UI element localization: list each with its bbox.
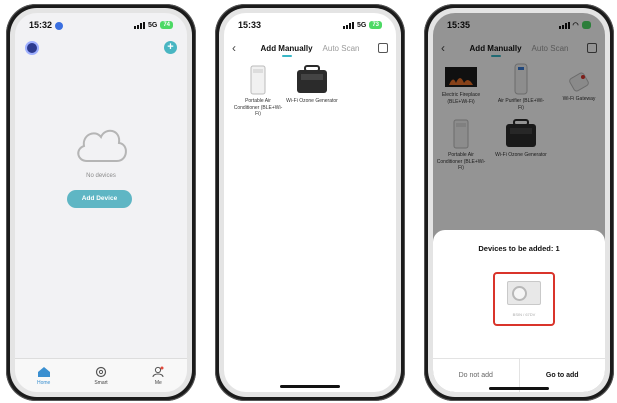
- found-device-card[interactable]: BSIN / 67DV: [493, 272, 555, 326]
- tab-me[interactable]: Me: [130, 359, 187, 392]
- battery-level: 74: [160, 21, 173, 29]
- battery-level: 73: [369, 21, 382, 29]
- home-indicator: [489, 387, 549, 390]
- avatar[interactable]: [25, 41, 39, 55]
- found-device-label: BSIN / 67DV: [512, 312, 536, 317]
- home-icon: [37, 366, 50, 377]
- status-time: 15:32: [29, 20, 53, 30]
- tab-smart[interactable]: Smart: [72, 359, 129, 392]
- network-label: 5G: [147, 21, 158, 29]
- sheet-title: Devices to be added: 1: [478, 244, 560, 253]
- tab-auto-scan[interactable]: Auto Scan: [323, 44, 360, 53]
- phone-devices-found: 15:35 ◠ ‹ Add Manually Auto Scan Electri…: [424, 4, 614, 401]
- devices-found-sheet: Devices to be added: 1 BSIN / 67DV Do no…: [433, 230, 605, 392]
- air-conditioner-icon: [250, 65, 266, 95]
- tab-home[interactable]: Home: [15, 359, 72, 392]
- status-time: 15:33: [238, 20, 262, 30]
- tab-bar: Home Smart Me: [15, 358, 187, 392]
- signal-icon: [133, 21, 145, 29]
- tab-add-manually[interactable]: Add Manually: [261, 44, 313, 57]
- home-screen: 15:32 5G 74 + No devices Add Device Home…: [15, 13, 187, 392]
- device-tile-ozone-generator[interactable]: Wi-Fi Ozone Generator: [286, 65, 338, 105]
- person-icon: [152, 366, 164, 377]
- empty-state-text: No devices: [86, 173, 116, 179]
- back-icon[interactable]: ‹: [232, 41, 236, 55]
- tab-home-label: Home: [36, 379, 51, 386]
- add-icon[interactable]: +: [164, 41, 177, 54]
- device-name: Wi-Fi Ozone Generator: [286, 98, 338, 104]
- signal-icon: [342, 21, 354, 29]
- phone-home: 15:32 5G 74 + No devices Add Device Home…: [6, 4, 196, 401]
- status-bar: 15:33 5G 73: [224, 13, 396, 37]
- tab-me-label: Me: [154, 379, 162, 386]
- phone-add-manually: 15:33 5G 73 ‹ Add Manually Auto Scan Por…: [215, 4, 405, 401]
- device-tile-portable-ac[interactable]: Portable Air Conditioner (BLE+Wi-Fi): [232, 65, 284, 118]
- home-indicator: [280, 385, 340, 388]
- top-nav: ‹ Add Manually Auto Scan: [224, 37, 396, 59]
- add-device-screen: 15:33 5G 73 ‹ Add Manually Auto Scan Por…: [224, 13, 396, 392]
- scan-icon[interactable]: [378, 43, 388, 53]
- devices-found-screen: 15:35 ◠ ‹ Add Manually Auto Scan Electri…: [433, 13, 605, 392]
- gear-icon: [95, 366, 107, 377]
- ozone-generator-icon: [297, 65, 327, 93]
- network-label: 5G: [356, 21, 367, 29]
- outdoor-unit-icon: [507, 281, 541, 305]
- location-icon: [55, 21, 64, 30]
- tab-smart-label: Smart: [94, 379, 108, 386]
- add-device-button[interactable]: Add Device: [67, 190, 132, 208]
- status-bar: 15:32 5G 74: [15, 13, 187, 37]
- cloud-icon: [77, 129, 127, 162]
- device-name: Portable Air Conditioner (BLE+Wi-Fi): [233, 98, 283, 117]
